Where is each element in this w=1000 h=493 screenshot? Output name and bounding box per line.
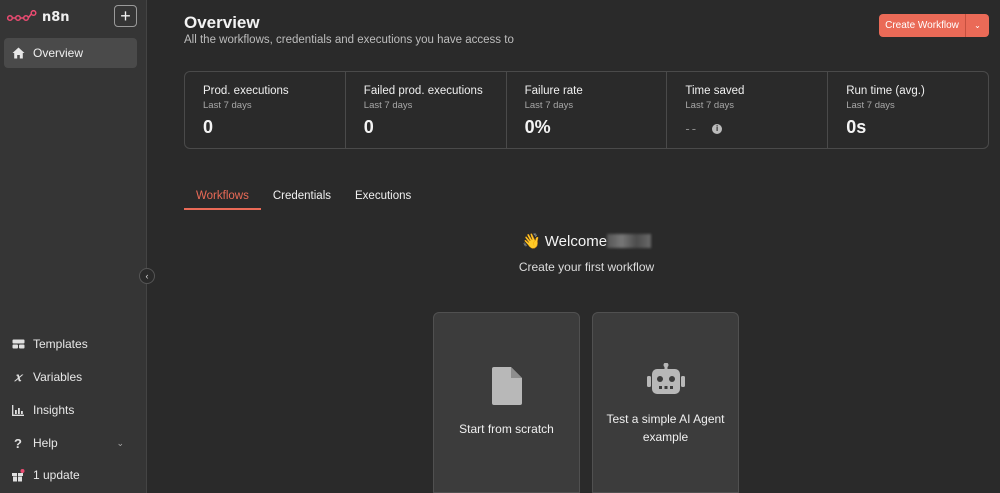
file-icon bbox=[491, 367, 522, 408]
stat-run-time[interactable]: Run time (avg.) Last 7 days 0s bbox=[828, 72, 988, 148]
stat-value-row: -- i bbox=[685, 121, 827, 136]
templates-icon bbox=[10, 339, 26, 349]
sidebar-item-label: Insights bbox=[33, 403, 75, 417]
stat-failure-rate[interactable]: Failure rate Last 7 days 0% bbox=[507, 72, 668, 148]
stat-title: Failure rate bbox=[524, 85, 583, 97]
app-name: n8n bbox=[42, 9, 70, 25]
stat-prod-executions[interactable]: Prod. executions Last 7 days 0 bbox=[185, 72, 346, 148]
tab-workflows[interactable]: Workflows bbox=[184, 190, 261, 210]
sidebar-item-label: Overview bbox=[33, 46, 84, 60]
stats-panel: Prod. executions Last 7 days 0 Failed pr… bbox=[184, 71, 989, 149]
stat-value: 0 bbox=[203, 117, 214, 137]
n8n-logo-icon bbox=[7, 10, 37, 22]
tab-bar: Workflows Credentials Executions bbox=[184, 190, 423, 210]
stat-value: 0% bbox=[524, 117, 551, 137]
sidebar-item-updates[interactable]: 1 update bbox=[10, 463, 140, 487]
ai-agent-example-card[interactable]: Test a simple AI Agent example bbox=[592, 312, 739, 493]
page-subtitle: All the workflows, credentials and execu… bbox=[184, 34, 514, 46]
stat-title: Time saved bbox=[685, 85, 745, 97]
sidebar-item-templates[interactable]: Templates bbox=[10, 332, 140, 356]
card-label: Start from scratch bbox=[459, 422, 554, 436]
wave-emoji: 👋 bbox=[521, 233, 541, 250]
sidebar-item-insights[interactable]: Insights bbox=[10, 398, 140, 422]
welcome-heading: 👋 Welcome bbox=[0, 232, 1000, 250]
chevron-down-icon[interactable]: ⌄ bbox=[966, 21, 989, 30]
stat-period: Last 7 days bbox=[363, 100, 413, 111]
collapse-sidebar-button[interactable]: ‹ bbox=[139, 268, 155, 284]
stat-value: 0s bbox=[846, 117, 867, 137]
info-icon[interactable]: i bbox=[712, 123, 723, 134]
card-label: Test a simple AI Agent example bbox=[606, 412, 725, 444]
robot-icon bbox=[646, 362, 685, 398]
stat-period: Last 7 days bbox=[203, 100, 252, 111]
home-icon bbox=[12, 47, 25, 59]
stat-period: Last 7 days bbox=[846, 100, 895, 111]
redacted-username bbox=[607, 234, 652, 248]
variables-icon: 𝑥 bbox=[14, 370, 22, 384]
page-title: Overview bbox=[184, 13, 260, 32]
insights-icon bbox=[10, 404, 26, 416]
gift-icon bbox=[10, 468, 26, 482]
sidebar-item-label: Templates bbox=[33, 337, 88, 351]
stat-title: Prod. executions bbox=[203, 85, 289, 97]
sidebar-item-help[interactable]: ? Help ⌄ bbox=[10, 431, 140, 455]
tab-executions[interactable]: Executions bbox=[343, 190, 423, 210]
add-button[interactable]: + bbox=[114, 5, 137, 27]
stat-value: 0 bbox=[363, 117, 374, 137]
stat-period: Last 7 days bbox=[524, 100, 574, 111]
stat-value: -- bbox=[685, 121, 699, 136]
sidebar-item-label: Variables bbox=[33, 370, 83, 384]
create-workflow-button[interactable]: Create Workflow ⌄ bbox=[879, 14, 989, 37]
n8n-logo[interactable]: n8n bbox=[7, 7, 70, 27]
stat-time-saved[interactable]: Time saved Last 7 days -- i bbox=[667, 72, 829, 148]
sidebar-item-variables[interactable]: 𝑥 Variables bbox=[10, 365, 140, 389]
help-icon: ? bbox=[14, 435, 22, 451]
stat-period: Last 7 days bbox=[685, 100, 734, 111]
create-workflow-label: Create Workflow bbox=[885, 20, 959, 31]
sidebar-item-overview[interactable]: Overview bbox=[4, 38, 137, 68]
sidebar-item-label: 1 update bbox=[33, 468, 80, 482]
stat-failed-executions[interactable]: Failed prod. executions Last 7 days 0 bbox=[346, 72, 507, 148]
stat-title: Failed prod. executions bbox=[363, 85, 483, 97]
welcome-text: Welcome bbox=[544, 233, 608, 250]
tab-credentials[interactable]: Credentials bbox=[261, 190, 343, 210]
chevron-left-icon: ‹ bbox=[145, 271, 149, 281]
sidebar-item-label: Help bbox=[33, 436, 58, 450]
stat-title: Run time (avg.) bbox=[846, 85, 925, 97]
start-from-scratch-card[interactable]: Start from scratch bbox=[433, 312, 580, 493]
chevron-down-icon: ⌄ bbox=[116, 437, 124, 448]
